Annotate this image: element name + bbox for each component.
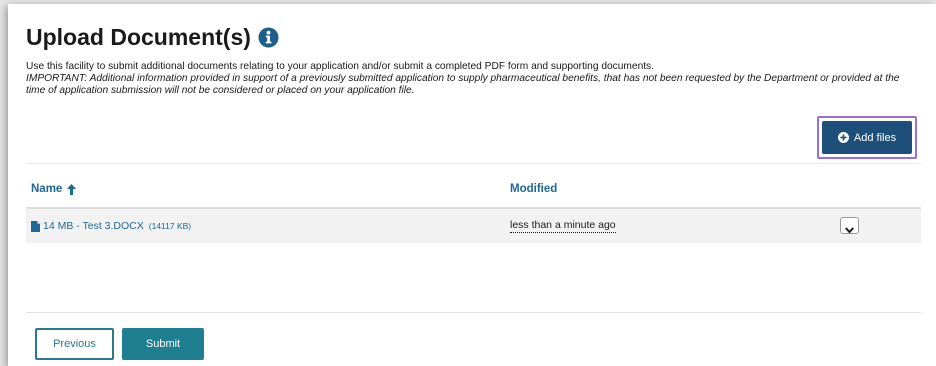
info-circle-icon[interactable] xyxy=(258,27,279,48)
submit-button[interactable]: Submit xyxy=(122,328,204,360)
column-header-name-label: Name xyxy=(31,183,63,195)
table-header: Name Modified xyxy=(26,170,921,209)
arrow-up-icon xyxy=(67,183,77,195)
previous-button[interactable]: Previous xyxy=(35,328,114,360)
modified-time: less than a minute ago xyxy=(510,219,616,233)
table-row: 14 MB - Test 3.DOCX (14117 KB) less than… xyxy=(26,209,921,243)
upload-panel: Upload Document(s) Use this facility to … xyxy=(8,4,936,366)
plus-circle-icon xyxy=(837,132,849,143)
intro-text: Use this facility to submit additional d… xyxy=(26,61,906,97)
file-size: (14117 KB) xyxy=(148,221,192,231)
documents-table: Name Modified 14 MB - Test 3.DOCX (14117… xyxy=(26,170,921,243)
add-files-button[interactable]: Add files xyxy=(822,121,912,154)
divider xyxy=(26,312,921,313)
chevron-down-icon xyxy=(845,222,854,234)
file-name: 14 MB - Test 3.DOCX xyxy=(43,220,144,232)
column-header-name[interactable]: Name xyxy=(31,183,77,195)
intro-paragraph: Use this facility to submit additional d… xyxy=(26,61,654,72)
add-files-focus-ring: Add files xyxy=(817,116,917,159)
file-icon xyxy=(31,220,40,232)
add-files-label: Add files xyxy=(853,131,897,144)
important-notice: IMPORTANT: Additional information provid… xyxy=(26,73,900,96)
column-header-modified[interactable]: Modified xyxy=(510,183,557,195)
file-link[interactable]: 14 MB - Test 3.DOCX (14117 KB) xyxy=(31,220,191,232)
row-actions-button[interactable] xyxy=(840,217,859,234)
title-row: Upload Document(s) xyxy=(26,22,279,52)
divider xyxy=(26,163,921,164)
page-title: Upload Document(s) xyxy=(26,24,251,50)
